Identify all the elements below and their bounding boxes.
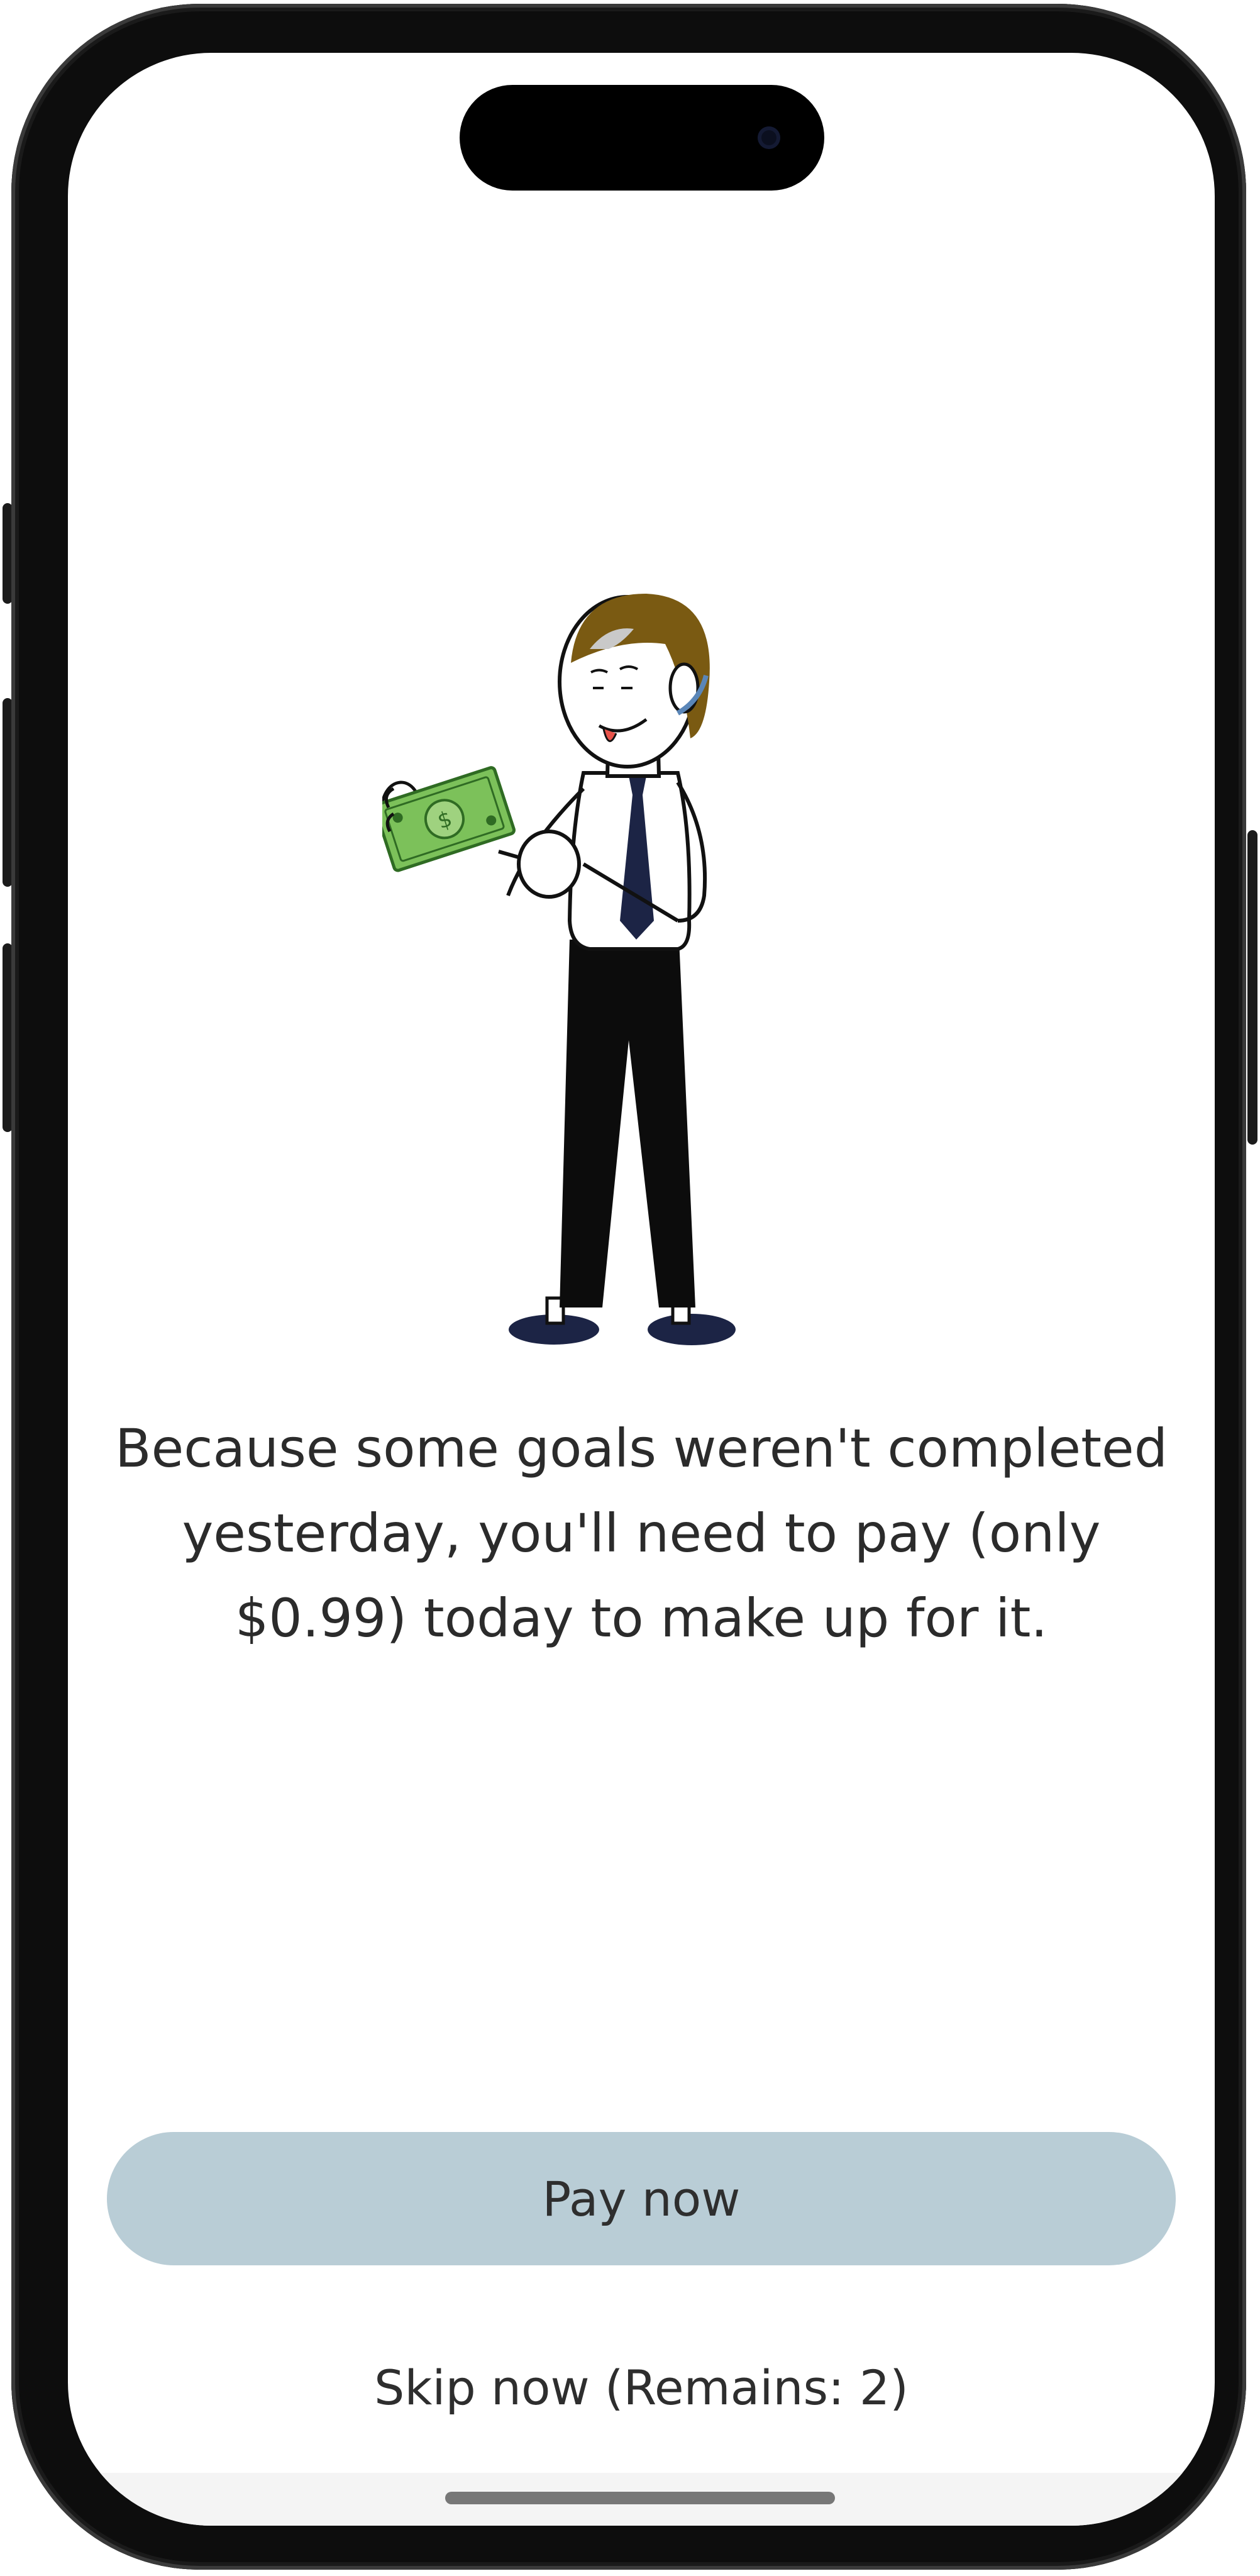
man-holding-money-illustration: $ [382, 594, 736, 1345]
app-screen: $ Because some goals weren't completed y… [68, 53, 1215, 2526]
pay-now-button[interactable]: Pay now [107, 2132, 1176, 2265]
skip-now-link[interactable]: Skip now (Remains: 2) [107, 2360, 1176, 2416]
phone-frame: $ Because some goals weren't completed y… [11, 4, 1246, 2570]
pay-now-label: Pay now [542, 2170, 741, 2227]
device-canvas: $ Because some goals weren't completed y… [0, 0, 1260, 2576]
dynamic-island [460, 85, 824, 191]
payment-message: Because some goals weren't completed yes… [114, 1418, 1168, 1649]
power-button [1247, 830, 1257, 1145]
camera-icon [758, 126, 780, 149]
home-indicator[interactable] [445, 2492, 835, 2504]
